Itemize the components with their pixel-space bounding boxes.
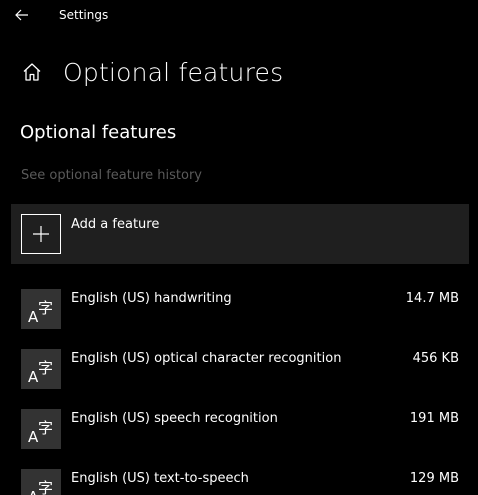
language-icon: A 字 xyxy=(21,409,61,449)
feature-name: English (US) handwriting xyxy=(71,291,232,306)
installed-features-list: A 字 English (US) handwriting 14.7 MB A 字… xyxy=(0,278,478,495)
feature-size: 456 KB xyxy=(412,351,459,366)
title-bar: Settings xyxy=(0,0,478,30)
svg-text:字: 字 xyxy=(38,299,53,317)
svg-text:字: 字 xyxy=(38,479,53,495)
list-item[interactable]: A 字 English (US) handwriting 14.7 MB xyxy=(0,278,478,338)
settings-window: Settings Optional features Optional feat… xyxy=(0,0,478,495)
section-heading: Optional features xyxy=(20,122,177,143)
language-icon: A 字 xyxy=(21,289,61,329)
list-item[interactable]: A 字 English (US) speech recognition 191 … xyxy=(0,398,478,458)
language-icon: A 字 xyxy=(21,349,61,389)
list-item[interactable]: A 字 English (US) optical character recog… xyxy=(0,338,478,398)
add-feature-label: Add a feature xyxy=(71,217,160,232)
back-button[interactable] xyxy=(10,3,34,27)
home-icon xyxy=(23,63,41,81)
add-feature-button[interactable]: Add a feature xyxy=(11,204,469,264)
feature-size: 14.7 MB xyxy=(405,291,459,306)
feature-name: English (US) speech recognition xyxy=(71,411,278,426)
back-arrow-icon xyxy=(15,9,28,21)
home-button[interactable] xyxy=(20,60,44,84)
feature-history-link[interactable]: See optional feature history xyxy=(21,167,202,185)
feature-name: English (US) text-to-speech xyxy=(71,471,249,486)
page-header: Optional features xyxy=(20,52,283,92)
page-title: Optional features xyxy=(63,57,284,87)
language-icon: A 字 xyxy=(21,469,61,495)
svg-text:字: 字 xyxy=(38,419,53,437)
feature-size: 191 MB xyxy=(409,411,459,426)
app-title: Settings xyxy=(59,8,109,22)
feature-name: English (US) optical character recogniti… xyxy=(71,351,342,366)
feature-size: 129 MB xyxy=(409,471,459,486)
svg-text:字: 字 xyxy=(38,359,53,377)
add-icon xyxy=(21,214,61,254)
list-item[interactable]: A 字 English (US) text-to-speech 129 MB xyxy=(0,458,478,495)
